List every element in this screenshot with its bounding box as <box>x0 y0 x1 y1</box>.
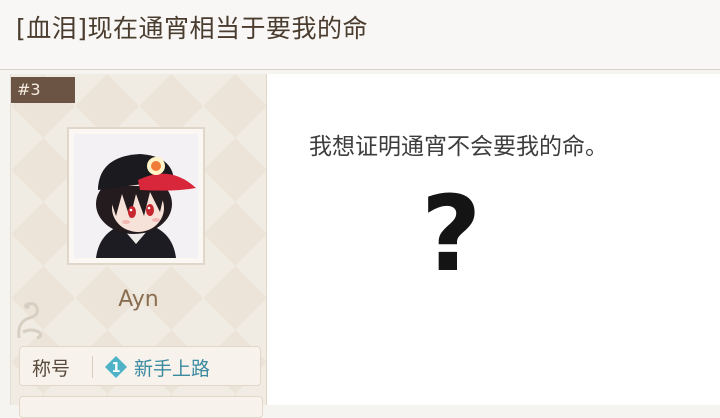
extra-info-box <box>19 396 263 418</box>
thread-title: [血泪]现在通宵相当于要我的命 <box>16 14 369 43</box>
rank-name: 新手上路 <box>134 358 211 380</box>
post-container: #3 Ayn 称号 1 新手上路 我想证明通宵不会要我的命。 ? <box>10 74 720 418</box>
user-title-label: 称号 <box>32 358 71 380</box>
rank-badge-icon: 1 <box>105 356 127 378</box>
floor-number-badge[interactable]: #3 <box>11 77 75 103</box>
title-divider <box>92 356 93 378</box>
author-username[interactable]: Ayn <box>11 287 266 312</box>
rank-number: 1 <box>111 361 120 376</box>
author-sidebar: #3 Ayn 称号 1 新手上路 <box>11 74 267 418</box>
user-title-box: 称号 1 新手上路 <box>19 346 261 386</box>
post-content-text: 我想证明通宵不会要我的命。 <box>309 134 608 160</box>
anime-avatar-icon <box>74 134 198 258</box>
post-content-emphasis: ? <box>421 173 482 295</box>
avatar[interactable] <box>67 127 205 265</box>
thread-header: [血泪]现在通宵相当于要我的命 <box>0 0 720 70</box>
